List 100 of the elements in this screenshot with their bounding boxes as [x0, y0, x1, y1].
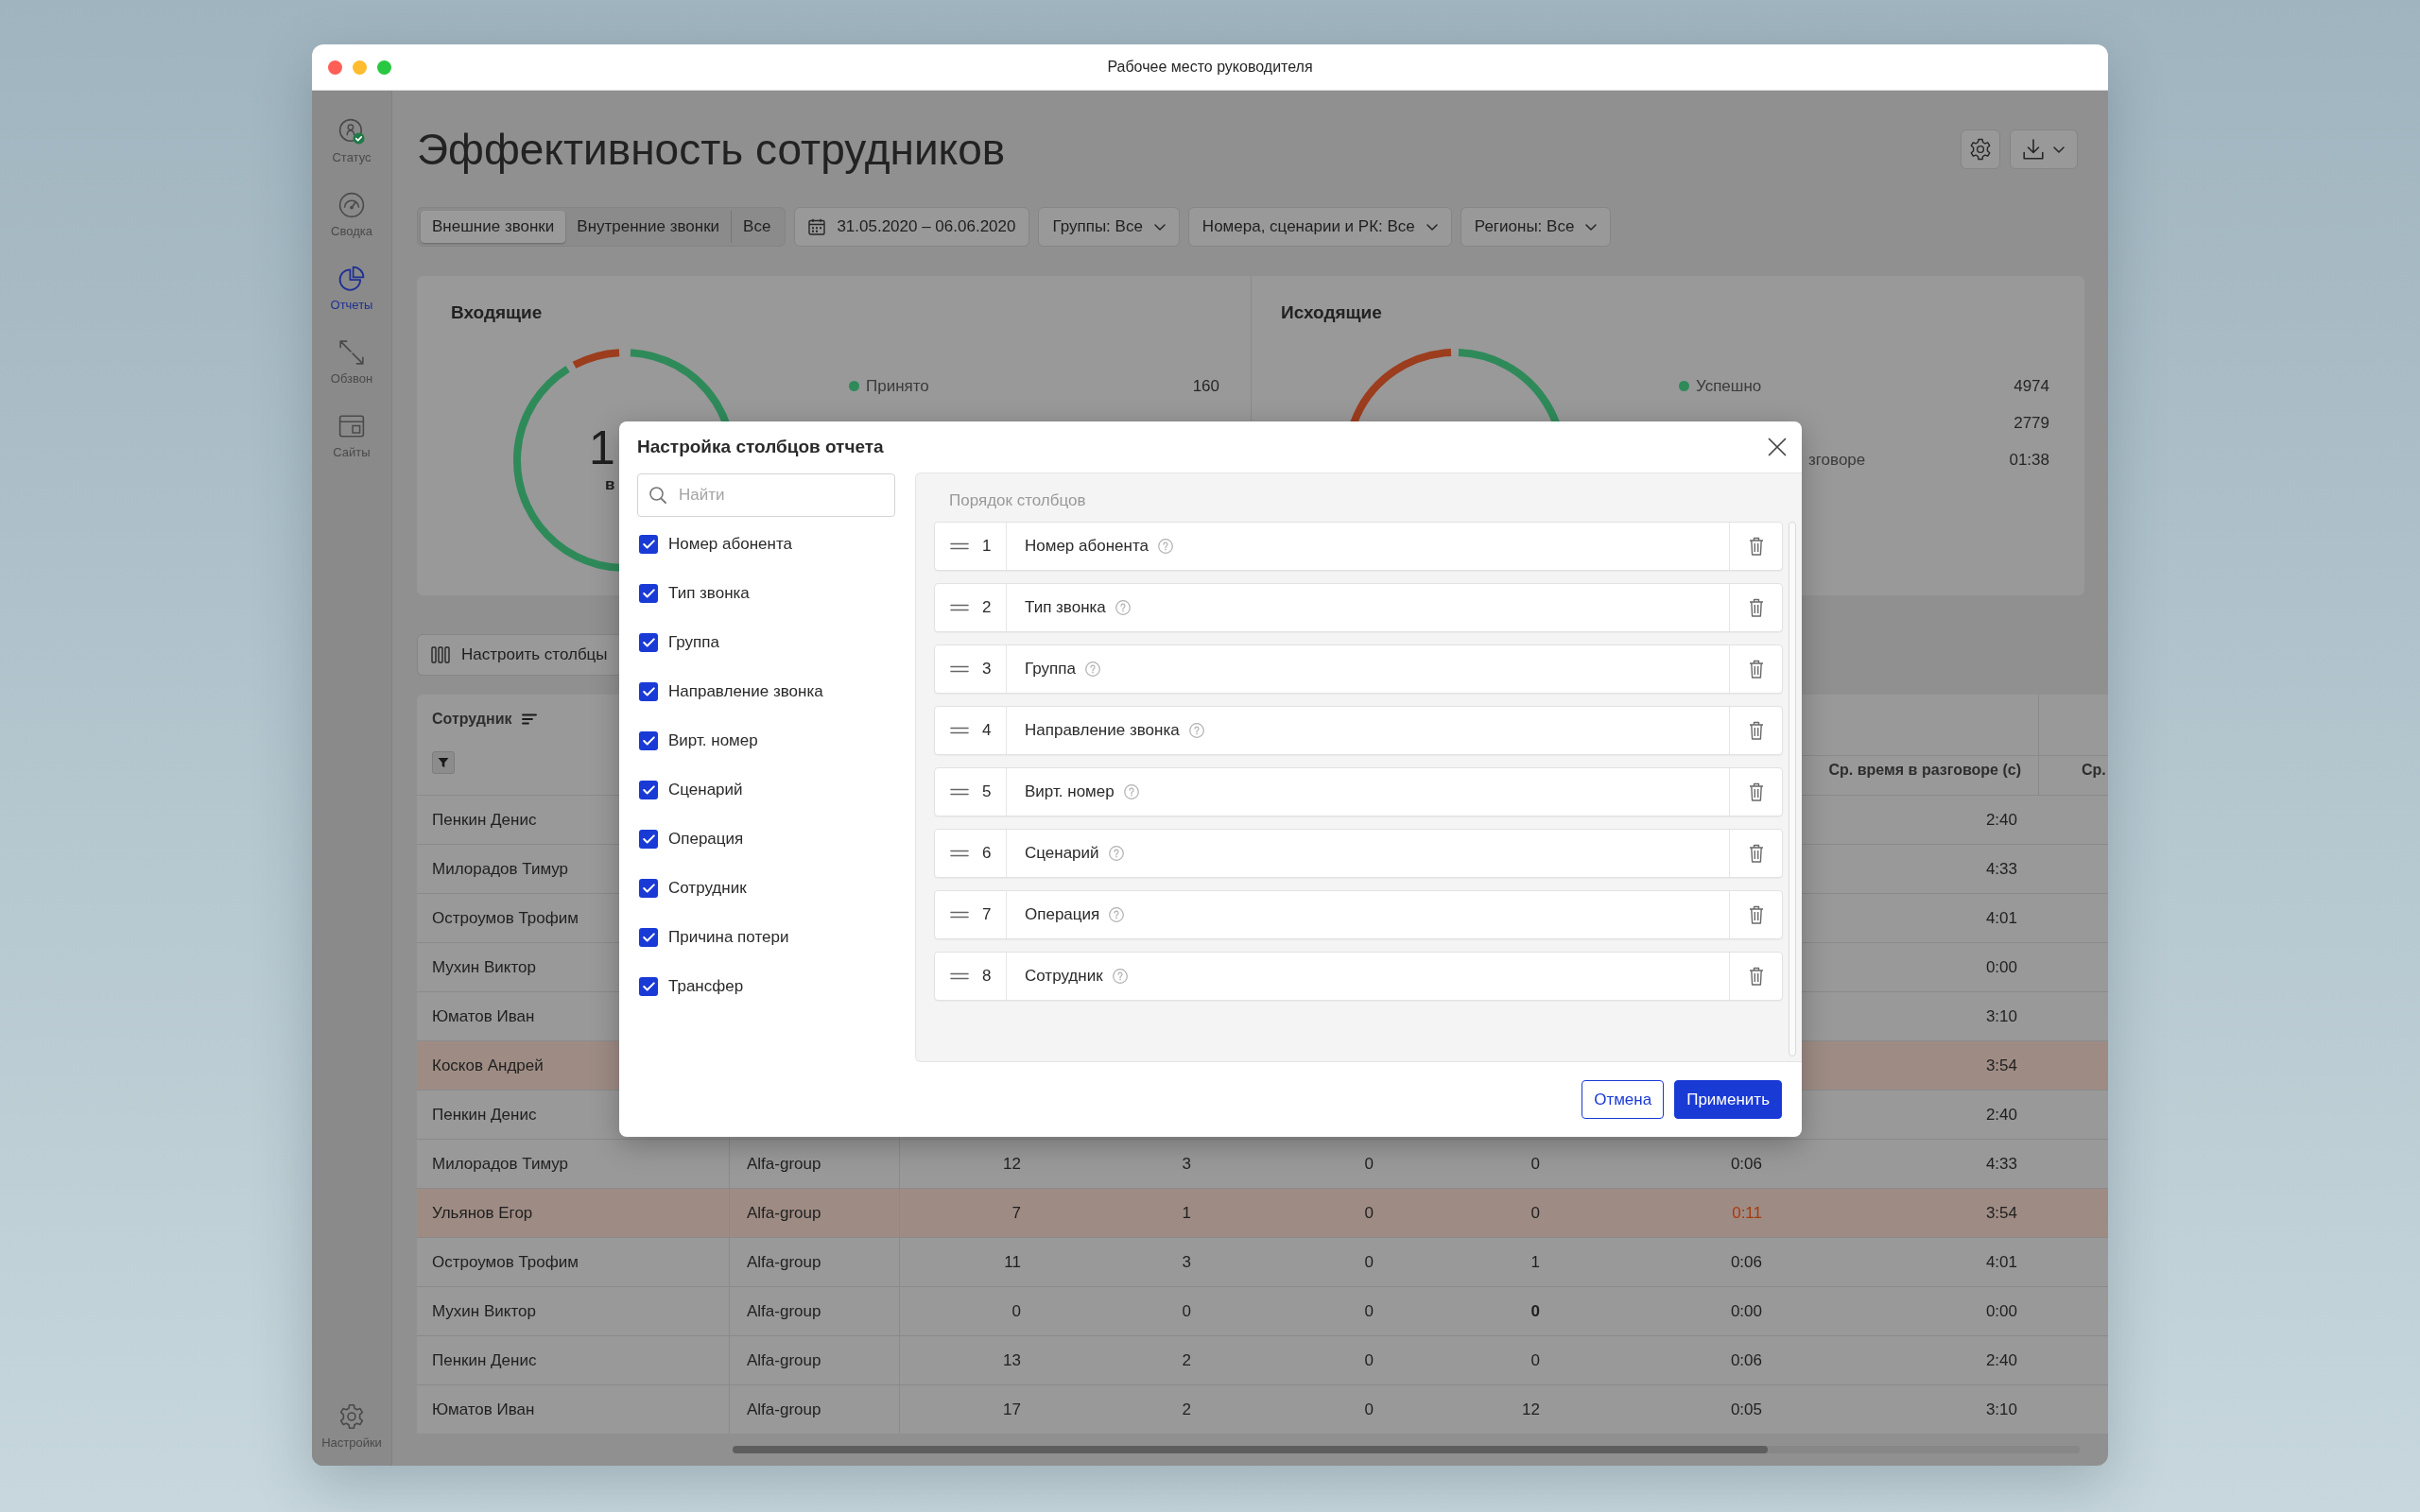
tab[interactable]: Все: [731, 211, 783, 243]
drag-handle-icon[interactable]: [950, 972, 969, 980]
table-cell: Милорадов Тимур: [432, 1154, 569, 1174]
checkbox[interactable]: [639, 633, 658, 652]
checkbox-label[interactable]: Трансфер: [668, 977, 744, 996]
row-number: 3: [982, 660, 993, 679]
drag-handle-icon[interactable]: [950, 665, 969, 673]
row-number: 2: [982, 598, 993, 617]
table-cell: 0: [1182, 1301, 1191, 1321]
table-cell: 0: [1364, 1203, 1374, 1223]
checkbox[interactable]: [639, 584, 658, 603]
search-field[interactable]: Найти: [637, 473, 895, 517]
table-cell: Alfa-group: [747, 1252, 821, 1272]
column-header[interactable]: Ср.: [2082, 761, 2106, 780]
drag-handle-icon[interactable]: [950, 604, 969, 611]
table-cell: Косков Андрей: [432, 1056, 544, 1075]
checkbox[interactable]: [639, 731, 658, 750]
sort-icon[interactable]: [521, 713, 537, 725]
table-cell: 0: [1364, 1301, 1374, 1321]
column-header[interactable]: Сотрудник: [432, 710, 512, 729]
checkbox-label[interactable]: Сотрудник: [668, 879, 747, 898]
table-cell: Пенкин Денис: [432, 1105, 537, 1125]
trash-icon[interactable]: [1748, 721, 1764, 740]
trash-icon[interactable]: [1748, 967, 1764, 986]
legend-value: 160: [1192, 376, 1219, 396]
table-cell: 0:06: [1730, 1350, 1762, 1370]
drag-handle-icon[interactable]: [950, 788, 969, 796]
filter-button[interactable]: [432, 751, 455, 774]
checkbox[interactable]: [639, 535, 658, 554]
column-name: Номер абонента: [1025, 537, 1149, 556]
checkmark-icon: [642, 933, 655, 942]
vertical-scrollbar[interactable]: [1789, 522, 1796, 1057]
settings-button[interactable]: [1961, 129, 2000, 169]
funnel-icon: [438, 757, 449, 768]
tab[interactable]: Внутренние звонки: [565, 211, 732, 243]
checkbox-label[interactable]: Номер абонента: [668, 535, 792, 554]
column-order-row[interactable]: 6 Сценарий: [934, 829, 1783, 878]
trash-icon[interactable]: [1748, 598, 1764, 617]
table-cell: 0: [1530, 1203, 1540, 1223]
checkbox[interactable]: [639, 928, 658, 947]
table-cell: 0:06: [1730, 1252, 1762, 1272]
column-order-row[interactable]: 5 Вирт. номер: [934, 767, 1783, 816]
section-title: Исходящие: [1281, 301, 1383, 324]
table-cell: 0: [1364, 1400, 1374, 1419]
table-cell: Остроумов Трофим: [432, 1252, 579, 1272]
settings-icon: [1969, 138, 1992, 161]
table-cell: 0: [1530, 1350, 1540, 1370]
date-range-button[interactable]: 31.05.2020 – 06.06.2020: [794, 207, 1030, 247]
checkbox[interactable]: [639, 830, 658, 849]
table-cell: Ульянов Егор: [432, 1203, 533, 1223]
donut-caption: в: [605, 475, 615, 494]
horizontal-scrollbar[interactable]: [733, 1446, 2080, 1453]
close-window-button[interactable]: [328, 60, 342, 75]
column-order-row[interactable]: 1 Номер абонента: [934, 522, 1783, 571]
drag-handle-icon[interactable]: [950, 542, 969, 550]
scrollbar-thumb[interactable]: [733, 1446, 1768, 1453]
checkbox-label[interactable]: Причина потери: [668, 928, 789, 947]
table-cell: 4:01: [1985, 1252, 2017, 1272]
trash-icon[interactable]: [1748, 844, 1764, 863]
dropdown-button[interactable]: Регионы: Все: [1460, 207, 1612, 247]
apply-button[interactable]: Применить: [1674, 1080, 1782, 1119]
tab[interactable]: Внешние звонки: [421, 211, 566, 243]
checkbox[interactable]: [639, 781, 658, 799]
checkbox-label[interactable]: Вирт. номер: [668, 731, 758, 750]
column-order-row[interactable]: 4 Направление звонка: [934, 706, 1783, 755]
checkbox[interactable]: [639, 977, 658, 996]
close-icon[interactable]: [1768, 438, 1787, 456]
drag-handle-icon[interactable]: [950, 911, 969, 919]
column-order-row[interactable]: 8 Сотрудник: [934, 952, 1783, 1001]
page-title: Эффективность сотрудников: [417, 124, 1006, 176]
section-title: Входящие: [451, 301, 544, 324]
column-order-row[interactable]: 7 Операция: [934, 890, 1783, 939]
column-header[interactable]: Ср. время в разговоре (с): [1828, 761, 2021, 780]
table-cell: 0: [1530, 1301, 1540, 1321]
checkbox-label[interactable]: Операция: [668, 830, 744, 849]
table-cell: 2:40: [1985, 1105, 2017, 1125]
trash-icon[interactable]: [1748, 537, 1764, 556]
dropdown-button[interactable]: Группы: Все: [1038, 207, 1180, 247]
download-button[interactable]: [2010, 129, 2078, 169]
column-order-row[interactable]: 2 Тип звонка: [934, 583, 1783, 632]
checkbox-label[interactable]: Направление звонка: [668, 682, 823, 701]
trash-icon[interactable]: [1748, 782, 1764, 801]
table-cell: 17: [1003, 1400, 1021, 1419]
table-cell: 7: [1011, 1203, 1021, 1223]
trash-icon[interactable]: [1748, 660, 1764, 679]
checkbox-label[interactable]: Группа: [668, 633, 719, 652]
row-number: 8: [982, 967, 993, 986]
drag-handle-icon[interactable]: [950, 850, 969, 857]
checkbox-label[interactable]: Сценарий: [668, 781, 743, 799]
dropdown-button[interactable]: Номера, сценарии и РК: Все: [1187, 207, 1452, 247]
trash-icon[interactable]: [1748, 905, 1764, 924]
table-cell: 4:33: [1985, 1154, 2017, 1174]
drag-handle-icon[interactable]: [950, 727, 969, 734]
columns-button[interactable]: Настроить столбцы: [417, 634, 622, 676]
checkbox-label[interactable]: Тип звонка: [668, 584, 750, 603]
column-order-row[interactable]: 3 Группа: [934, 644, 1783, 694]
table-cell: Мухин Виктор: [432, 1301, 536, 1321]
checkbox[interactable]: [639, 879, 658, 898]
checkbox[interactable]: [639, 682, 658, 701]
cancel-button[interactable]: Отмена: [1582, 1080, 1665, 1119]
